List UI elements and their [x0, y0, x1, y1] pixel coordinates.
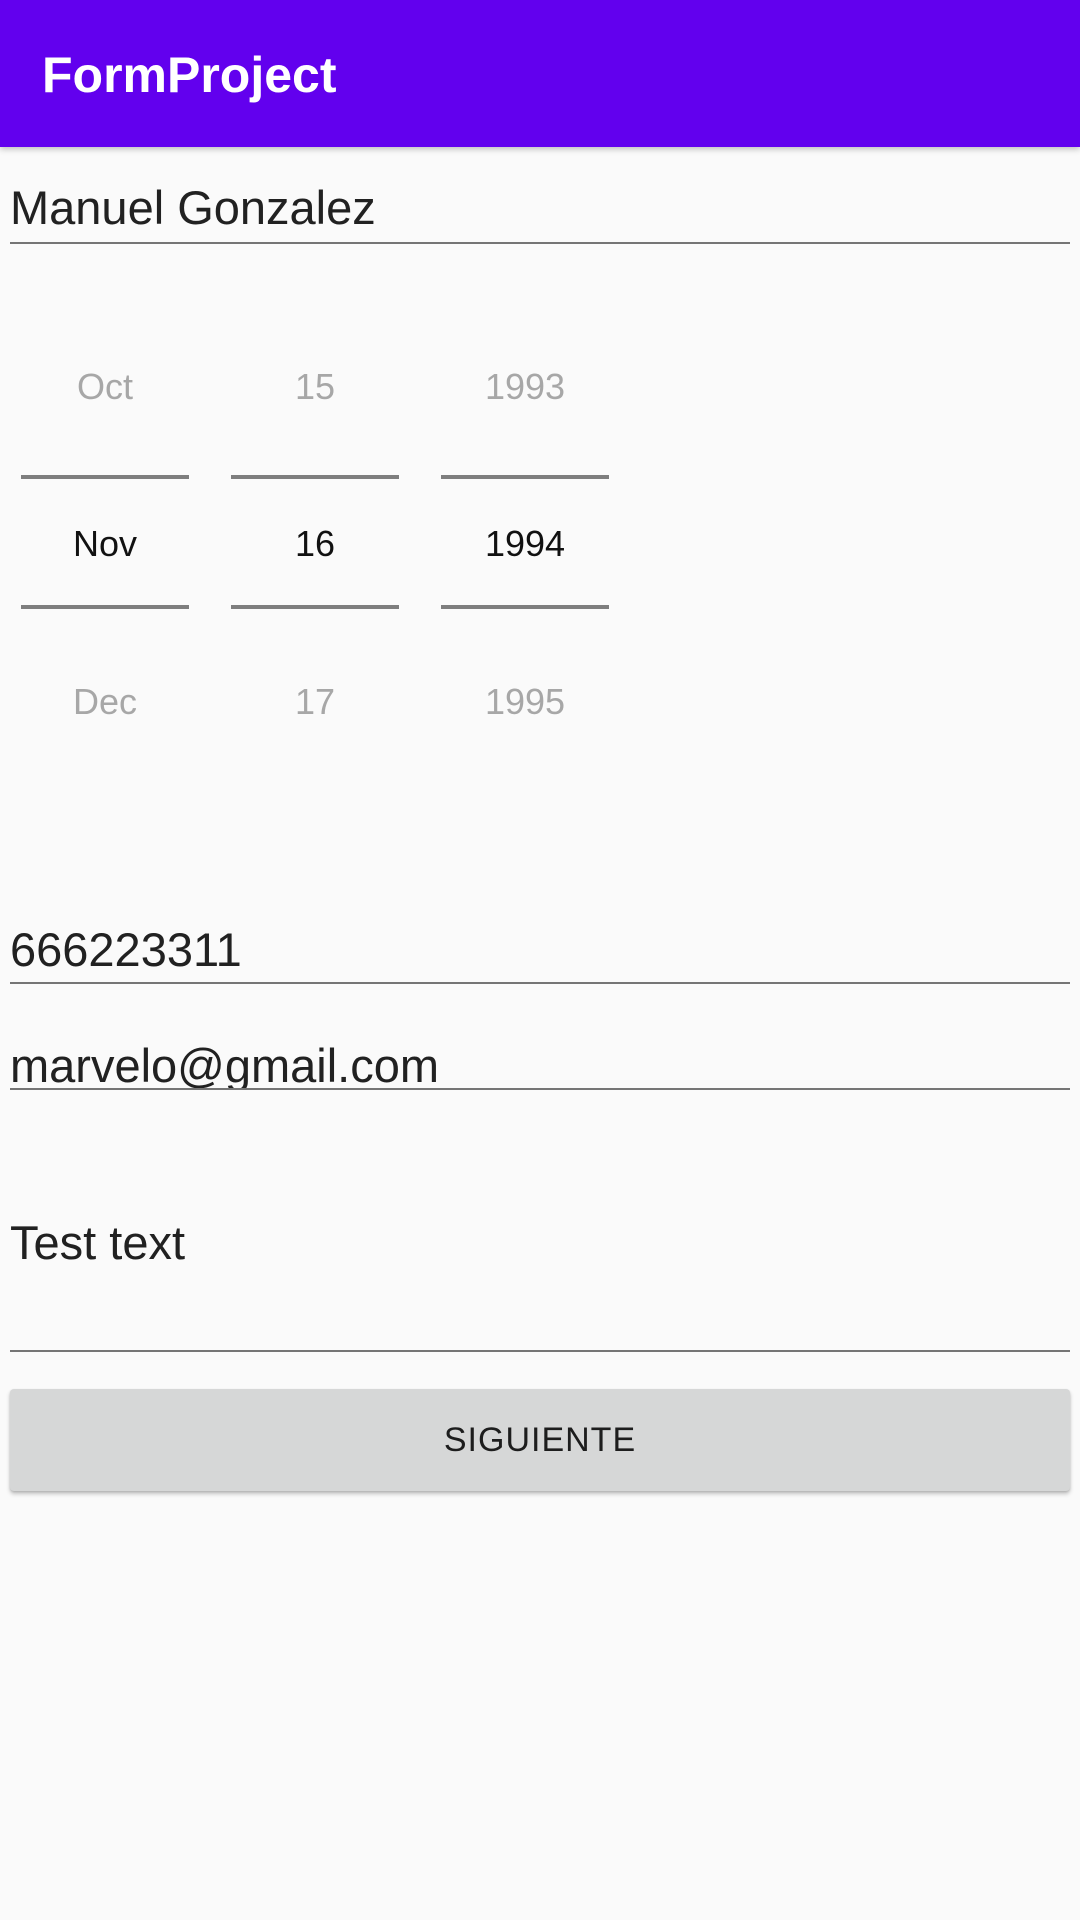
month-prev[interactable]: Oct — [21, 365, 189, 409]
year-prev[interactable]: 1993 — [441, 365, 609, 409]
name-field-value: Manuel Gonzalez — [10, 181, 376, 234]
email-field-value: marvelo@gmail.com — [10, 1039, 440, 1090]
month-picker[interactable]: Oct Nov Dec — [21, 350, 189, 730]
day-picker[interactable]: 15 16 17 — [231, 350, 399, 730]
day-prev[interactable]: 15 — [231, 365, 399, 409]
email-field[interactable]: marvelo@gmail.com — [10, 1030, 1070, 1090]
day-divider-bottom — [231, 605, 399, 609]
day-divider-top — [231, 475, 399, 479]
app-bar: FormProject — [0, 0, 1080, 147]
month-next[interactable]: Dec — [21, 680, 189, 724]
description-field[interactable]: Test text — [10, 1200, 1070, 1352]
year-divider-top — [441, 475, 609, 479]
description-field-value: Test text — [10, 1216, 186, 1269]
day-selected[interactable]: 16 — [231, 522, 399, 566]
phone-field-value: 666223311 — [10, 923, 242, 976]
month-divider-bottom — [21, 605, 189, 609]
month-selected[interactable]: Nov — [21, 522, 189, 566]
name-field[interactable]: Manuel Gonzalez — [10, 170, 1070, 244]
month-divider-top — [21, 475, 189, 479]
next-button[interactable]: SIGUIENTE — [10, 1389, 1070, 1491]
phone-field[interactable]: 666223311 — [10, 910, 1070, 984]
app-title: FormProject — [42, 47, 337, 103]
day-next[interactable]: 17 — [231, 680, 399, 724]
year-next[interactable]: 1995 — [441, 680, 609, 724]
year-divider-bottom — [441, 605, 609, 609]
year-picker[interactable]: 1993 1994 1995 — [441, 350, 609, 730]
year-selected[interactable]: 1994 — [441, 522, 609, 566]
